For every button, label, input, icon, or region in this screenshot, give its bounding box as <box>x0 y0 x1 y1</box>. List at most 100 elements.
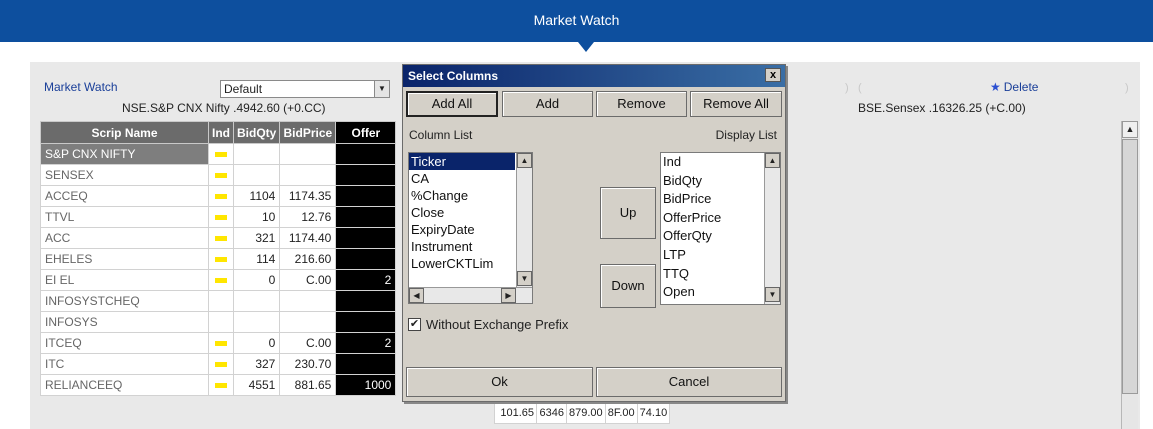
indicator-icon <box>215 215 227 221</box>
scroll-left-icon[interactable]: ◀ <box>409 288 424 303</box>
list-item[interactable]: BidPrice <box>661 190 763 209</box>
column-header[interactable]: Scrip Name <box>40 121 209 144</box>
scrip-name-cell: RELIANCEEQ <box>40 374 209 396</box>
scrip-name-cell: ITCEQ <box>40 332 209 354</box>
scroll-thumb[interactable] <box>1122 139 1138 394</box>
table-row[interactable]: SENSEX <box>40 164 397 186</box>
table-row[interactable]: INFOSYSTCHEQ <box>40 290 397 312</box>
display-list-scrollbar[interactable]: ▲ ▼ <box>764 153 780 304</box>
bid-price-cell: 230.70 <box>279 353 337 375</box>
list-item[interactable]: Close <box>409 204 515 221</box>
indicator-icon <box>215 278 227 284</box>
grid-cell: 74.10 <box>636 402 671 424</box>
column-list-scrollbar[interactable]: ▲ ▼ <box>516 153 532 287</box>
table-row[interactable]: RELIANCEEQ 4551 881.65 1000 <box>40 374 397 396</box>
exchange-prefix-checkbox[interactable]: ✔ <box>408 318 421 331</box>
star-icon: ★ <box>990 80 1001 94</box>
bid-price-cell: 216.60 <box>279 248 337 270</box>
offer-cell <box>335 185 397 207</box>
list-item[interactable]: Ind <box>661 153 763 172</box>
grid-cell: 6346 <box>536 402 567 424</box>
chevron-down-icon[interactable]: ▼ <box>374 81 389 97</box>
offer-cell <box>335 311 397 333</box>
cancel-button[interactable]: Cancel <box>596 367 782 397</box>
scroll-down-icon[interactable]: ▼ <box>517 271 532 286</box>
table-row[interactable]: ACCEQ 1104 1174.35 <box>40 185 397 207</box>
remove-all-button[interactable]: Remove All <box>690 91 782 117</box>
grid-cell: 8F.00 <box>604 402 638 424</box>
list-item[interactable]: Open <box>661 283 763 302</box>
column-list[interactable]: Ticker CA %Change Close ExpiryDate Instrument… <box>408 152 533 304</box>
table-row[interactable]: EI EL 0 C.00 2 <box>40 269 397 291</box>
add-all-button[interactable]: Add All <box>406 91 498 117</box>
list-item[interactable]: LowerCKTLim <box>409 255 515 272</box>
offer-cell: 2 <box>335 332 397 354</box>
display-list[interactable]: Ind BidQty BidPrice OfferPrice OfferQty LTP TT… <box>660 152 781 305</box>
select-columns-dialog: Select Columns x Add All Add Remove Remo… <box>402 64 786 402</box>
indicator-icon <box>215 341 227 347</box>
scroll-down-icon[interactable]: ▼ <box>765 287 780 302</box>
table-row[interactable]: S&P CNX NIFTY <box>40 143 397 165</box>
bid-price-cell: C.00 <box>279 269 337 291</box>
scroll-up-icon[interactable]: ▲ <box>1122 121 1138 138</box>
remove-button[interactable]: Remove <box>596 91 687 117</box>
indicator-icon <box>215 152 227 158</box>
scroll-right-icon[interactable]: ▶ <box>501 288 516 303</box>
list-item[interactable]: OfferQty <box>661 227 763 246</box>
list-item[interactable]: TTQ <box>661 265 763 284</box>
offer-cell <box>335 248 397 270</box>
move-up-button[interactable]: Up <box>600 187 656 239</box>
move-down-button[interactable]: Down <box>600 264 656 308</box>
offer-cell <box>335 143 397 165</box>
separator-icon: ( <box>858 82 862 94</box>
scroll-up-icon[interactable]: ▲ <box>517 153 532 168</box>
watchlist-select[interactable]: Default ▼ <box>220 80 390 98</box>
list-item[interactable]: OfferPrice <box>661 209 763 228</box>
display-list-label: Display List <box>715 128 777 142</box>
indicator-icon <box>215 383 227 389</box>
grid-cell: 101.65 <box>494 402 537 424</box>
column-list-hscrollbar[interactable]: ◀ ▶ <box>409 287 532 303</box>
bid-price-cell <box>279 311 337 333</box>
list-item[interactable]: BidQty <box>661 172 763 191</box>
bid-qty-cell: 10 <box>232 206 281 228</box>
indicator-cell <box>208 353 234 375</box>
bid-qty-cell: 114 <box>232 248 281 270</box>
list-item[interactable]: CA <box>409 170 515 187</box>
table-row[interactable]: ITCEQ 0 C.00 2 <box>40 332 397 354</box>
scrip-name-cell: SENSEX <box>40 164 209 186</box>
column-header[interactable]: Ind <box>208 121 234 144</box>
scrip-name-cell: S&P CNX NIFTY <box>40 143 209 165</box>
table-row[interactable]: ITC 327 230.70 <box>40 353 397 375</box>
bid-price-cell: 1174.40 <box>279 227 337 249</box>
bid-qty-cell: 0 <box>232 269 281 291</box>
list-item[interactable]: Instrument <box>409 238 515 255</box>
table-row[interactable]: ACC 321 1174.40 <box>40 227 397 249</box>
indicator-cell <box>208 374 234 396</box>
table-row[interactable]: INFOSYS <box>40 311 397 333</box>
close-icon[interactable]: x <box>765 68 781 82</box>
column-header[interactable]: BidQty <box>232 121 281 144</box>
indicator-cell <box>208 332 234 354</box>
list-item[interactable]: ExpiryDate <box>409 221 515 238</box>
dialog-title: Select Columns <box>403 65 785 87</box>
column-header[interactable]: BidPrice <box>279 121 337 144</box>
ok-button[interactable]: Ok <box>406 367 593 397</box>
add-button[interactable]: Add <box>502 91 593 117</box>
table-row[interactable]: TTVL 10 12.76 <box>40 206 397 228</box>
grid-scrollbar[interactable]: ▲ <box>1121 121 1138 429</box>
bid-qty-cell: 4551 <box>232 374 281 396</box>
scrip-name-cell: TTVL <box>40 206 209 228</box>
list-item[interactable]: Ticker <box>409 153 515 170</box>
bid-qty-cell <box>232 164 281 186</box>
column-header[interactable]: Offer <box>335 121 397 144</box>
scroll-up-icon[interactable]: ▲ <box>765 153 780 168</box>
bid-qty-cell <box>232 290 281 312</box>
list-item[interactable]: %Change <box>409 187 515 204</box>
bid-price-cell: 881.65 <box>279 374 337 396</box>
table-row[interactable]: EHELES 114 216.60 <box>40 248 397 270</box>
bid-price-cell <box>279 143 337 165</box>
list-item[interactable]: LTP <box>661 246 763 265</box>
delete-button[interactable]: ★ Delete <box>990 80 1038 94</box>
market-watch-label[interactable]: Market Watch <box>44 80 118 94</box>
